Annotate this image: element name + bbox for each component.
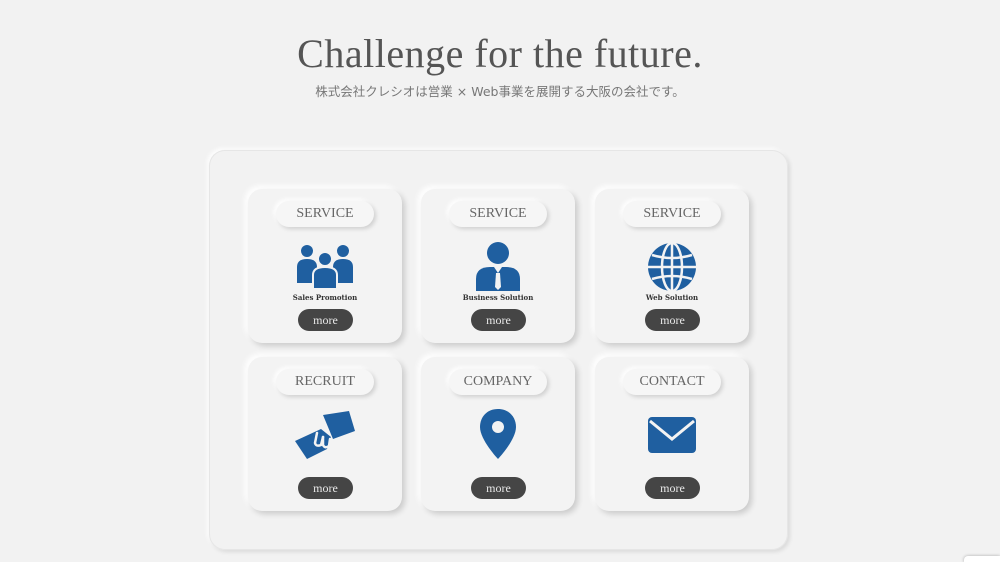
corner-widget[interactable] xyxy=(964,556,1000,562)
envelope-icon xyxy=(648,417,696,453)
location-pin-icon xyxy=(480,409,516,459)
more-button[interactable]: more xyxy=(298,309,353,331)
card-service-business-solution[interactable]: SERVICE Business Solution more xyxy=(421,189,575,343)
team-icon xyxy=(297,245,353,290)
businessman-icon xyxy=(476,242,520,291)
card-caption: Web Solution xyxy=(645,293,699,302)
card-company[interactable]: COMPANY more xyxy=(421,357,575,511)
card-service-web-solution[interactable]: SERVICE Web Solution more xyxy=(595,189,749,343)
menu-panel: SERVICE Sales Promotion more SERVICE Bus… xyxy=(209,150,788,550)
hero-subtitle: 株式会社クレシオは営業 × Web事業を展開する大阪の会社です。 xyxy=(315,84,685,99)
card-label: SERVICE xyxy=(623,201,721,227)
more-button[interactable]: more xyxy=(645,309,700,331)
handshake-icon xyxy=(295,411,355,459)
card-label: COMPANY xyxy=(449,369,547,395)
card-label: RECRUIT xyxy=(276,369,374,395)
hero-title: Challenge for the future. xyxy=(297,31,703,76)
more-button[interactable]: more xyxy=(298,477,353,499)
card-service-sales-promotion[interactable]: SERVICE Sales Promotion more xyxy=(248,189,402,343)
card-label: CONTACT xyxy=(623,369,721,395)
card-caption: Business Solution xyxy=(462,293,534,302)
more-button[interactable]: more xyxy=(471,477,526,499)
page: Challenge for the future. 株式会社クレシオは営業 × … xyxy=(0,0,1000,562)
more-button[interactable]: more xyxy=(645,477,700,499)
card-caption: Sales Promotion xyxy=(292,293,358,302)
card-contact[interactable]: CONTACT more xyxy=(595,357,749,511)
card-label: SERVICE xyxy=(449,201,547,227)
card-recruit[interactable]: RECRUIT more xyxy=(248,357,402,511)
globe-icon xyxy=(648,241,696,293)
more-button[interactable]: more xyxy=(471,309,526,331)
card-label: SERVICE xyxy=(276,201,374,227)
